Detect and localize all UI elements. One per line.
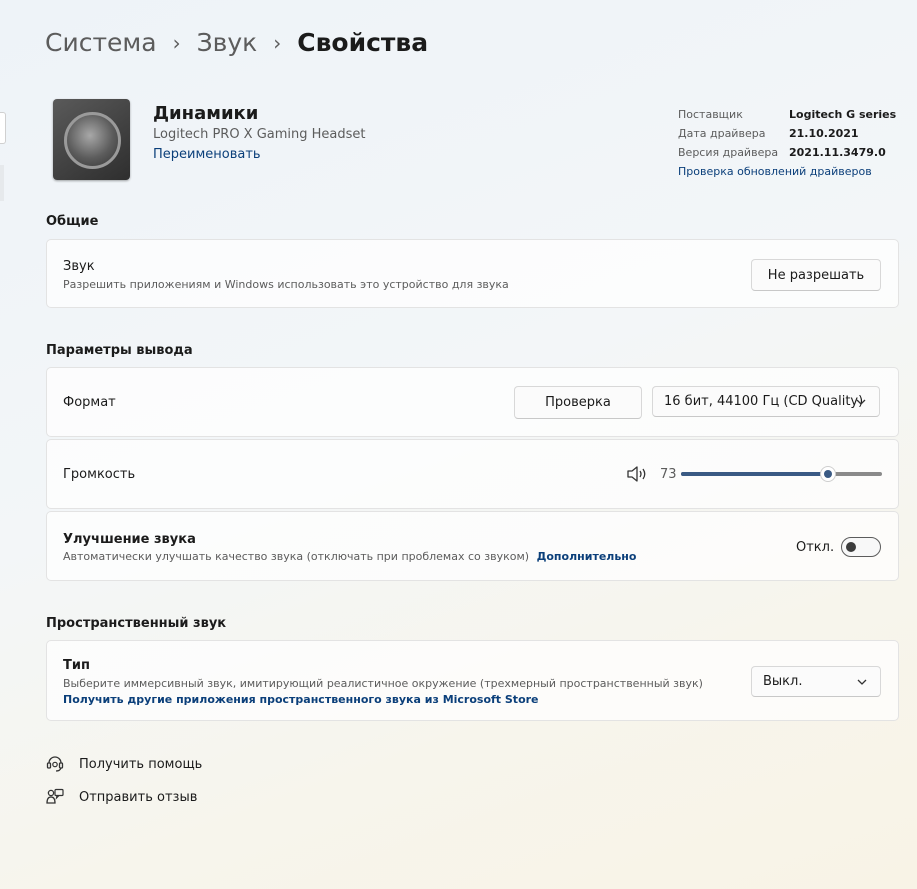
format-selected: 16 бит, 44100 Гц (CD Quality) xyxy=(664,394,864,409)
volume-card: Громкость 73 xyxy=(46,439,899,509)
audio-title: Звук xyxy=(63,259,95,274)
sidebar-edge-highlight xyxy=(0,165,4,201)
rename-link[interactable]: Переименовать xyxy=(153,147,261,162)
enhance-title: Улучшение звука xyxy=(63,532,196,547)
test-button[interactable]: Проверка xyxy=(514,386,642,419)
feedback-link[interactable]: Отправить отзыв xyxy=(46,788,197,806)
format-dropdown[interactable]: 16 бит, 44100 Гц (CD Quality) xyxy=(652,386,880,417)
driver-info-key: Поставщик xyxy=(678,108,743,121)
feedback-label: Отправить отзыв xyxy=(79,789,198,805)
spatial-type-card: Тип Выберите иммерсивный звук, имитирующ… xyxy=(46,640,899,721)
spatial-store-link[interactable]: Получить другие приложения пространствен… xyxy=(63,693,539,706)
format-label: Формат xyxy=(63,395,116,410)
audio-subtitle: Разрешить приложениям и Windows использо… xyxy=(63,278,509,291)
volume-label: Громкость xyxy=(63,467,136,482)
volume-thumb[interactable] xyxy=(820,466,836,482)
driver-info-key: Дата драйвера xyxy=(678,127,766,140)
breadcrumb: Система › Звук › Свойства xyxy=(45,28,428,57)
audio-allow-card: Звук Разрешить приложениям и Windows исп… xyxy=(46,239,899,308)
format-card: Формат Проверка 16 бит, 44100 Гц (CD Qua… xyxy=(46,367,899,437)
driver-info-key: Версия драйвера xyxy=(678,146,779,159)
driver-info-value: 2021.11.3479.0 xyxy=(789,146,886,159)
device-name: Динамики xyxy=(153,103,259,124)
chevron-down-icon xyxy=(857,679,867,685)
breadcrumb-system[interactable]: Система xyxy=(45,28,157,57)
enhance-subtitle: Автоматически улучшать качество звука (о… xyxy=(63,550,530,563)
spatial-selected: Выкл. xyxy=(763,674,803,689)
spatial-type-dropdown[interactable]: Выкл. xyxy=(751,666,881,697)
section-spatial-title: Пространственный звук xyxy=(46,616,227,631)
speaker-device-icon xyxy=(53,99,130,180)
spatial-type-subtitle: Выберите иммерсивный звук, имитирующий р… xyxy=(63,677,703,690)
volume-value: 73 xyxy=(660,467,677,482)
help-link[interactable]: Получить помощь xyxy=(46,755,202,773)
enhance-toggle[interactable] xyxy=(841,537,881,557)
help-icon xyxy=(46,756,64,772)
driver-info: Поставщик Logitech G series Дата драйвера… xyxy=(678,105,896,181)
feedback-icon xyxy=(46,788,64,804)
sidebar-edge xyxy=(0,112,6,144)
spatial-type-title: Тип xyxy=(63,658,90,673)
section-output-title: Параметры вывода xyxy=(46,343,193,358)
driver-info-value: 21.10.2021 xyxy=(789,127,859,140)
help-label: Получить помощь xyxy=(79,756,203,772)
driver-update-link[interactable]: Проверка обновлений драйверов xyxy=(678,165,872,178)
chevron-right-icon: › xyxy=(172,30,181,55)
page-title: Свойства xyxy=(297,28,429,57)
enhance-more-link[interactable]: Дополнительно xyxy=(537,550,637,563)
volume-fill xyxy=(681,472,828,476)
enhance-state: Откл. xyxy=(796,540,835,555)
device-model: Logitech PRO X Gaming Headset xyxy=(153,127,366,142)
speaker-volume-icon[interactable] xyxy=(626,465,648,483)
disallow-button[interactable]: Не разрешать xyxy=(751,259,881,291)
chevron-right-icon: › xyxy=(273,30,282,55)
section-general-title: Общие xyxy=(46,214,99,229)
chevron-down-icon xyxy=(856,399,866,405)
breadcrumb-sound[interactable]: Звук xyxy=(197,28,258,57)
volume-slider[interactable] xyxy=(681,465,882,483)
enhance-card: Улучшение звука Автоматически улучшать к… xyxy=(46,511,899,581)
driver-info-value: Logitech G series xyxy=(789,108,897,121)
enhance-subtitle-line: Автоматически улучшать качество звука (о… xyxy=(63,550,636,563)
